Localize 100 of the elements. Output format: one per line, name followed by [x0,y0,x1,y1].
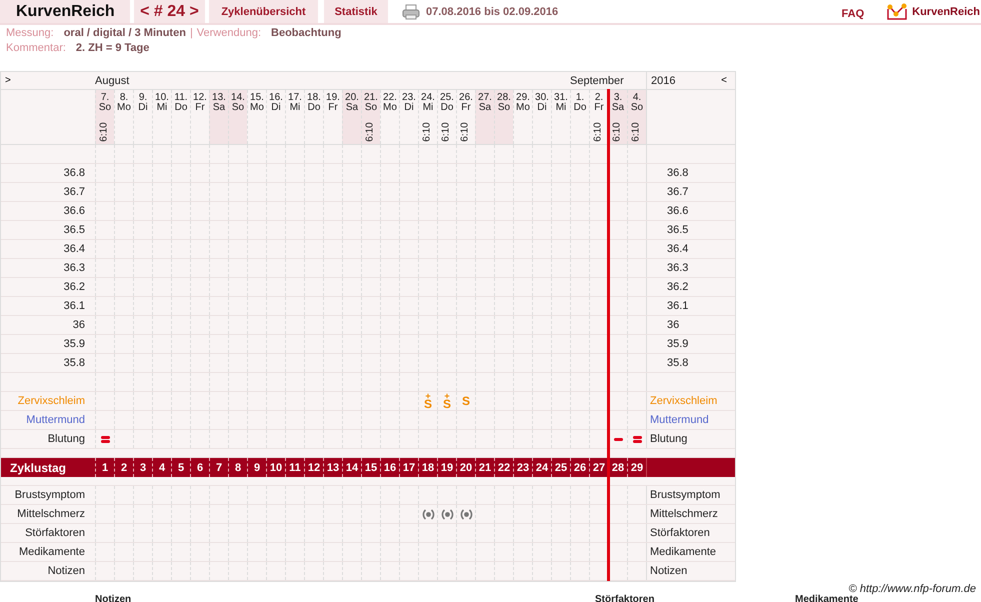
cycle-day-number: 4 [158,462,166,474]
date-header: 7. So 6:10 [95,90,114,144]
temperature-label: 36.7 [64,186,85,198]
cycle-day-number: 19 [440,462,454,474]
cycle-day-number: 12 [308,462,320,474]
cycle-day-number: 1 [102,462,108,474]
date-header: 19. Fr [323,90,342,144]
measurement-time: 6:10 [461,122,471,142]
row-label: Medikamente [650,546,716,558]
temperature-label: 36.1 [64,300,85,312]
measurement-time: 6:10 [613,122,623,142]
nav-tab[interactable]: Zyklenübersicht [209,0,318,23]
cycle-day-number: 15 [364,462,378,474]
temperature-label: 36.5 [64,224,85,236]
row-label: Notizen [48,565,85,577]
info-label: Messung: [6,26,54,40]
date-header: 30. Di [532,90,551,144]
cycle-day-number: 27 [592,462,606,474]
separator: | [190,26,193,40]
temperature-label: 36.4 [667,243,688,255]
temperature-label: 35.8 [64,357,85,369]
measurement-time: 6:10 [366,122,376,142]
cycle-day-number: 9 [254,462,260,474]
cycle-day-number: 16 [384,462,396,474]
date-header: 27. Sa [475,90,494,144]
cycle-day-number: 11 [289,462,301,474]
row-label: Störfaktoren [650,527,710,539]
temperature-label: 36.4 [64,243,85,255]
cycle-day-number: 2 [120,462,128,474]
temperature-label: 36.7 [667,186,688,198]
date-header: 21. So 6:10 [361,90,380,144]
cycle-day-number: 14 [346,462,358,474]
date-header: 10. Mi [152,90,171,144]
temperature-label: 36.6 [64,205,85,217]
cycle-day-number: 10 [270,462,282,474]
date-header: 17. Mi [285,90,304,144]
month-label: September [570,72,624,89]
temperature-label: 36.5 [667,224,688,236]
date-header: 23. Di [399,90,418,144]
date-header: 14. So [228,90,247,144]
info-label: Kommentar: [6,41,66,55]
row-label: Brustsymptom [650,489,720,501]
cycle-day-number: 5 [178,462,184,474]
cycle-day-number: 18 [422,462,434,474]
temperature-label: 36.8 [64,167,85,179]
temperature-label: 35.8 [667,357,688,369]
row-label: Muttermund [650,414,709,426]
row-label: Mittelschmerz [650,508,718,520]
section-heading: Notizen [95,595,132,602]
cycle-day-number: 26 [574,462,586,474]
temperature-label: 36 [667,319,680,331]
cycle-day-number: 3 [140,462,146,474]
printer-icon[interactable] [402,4,420,20]
cycle-navigation[interactable]: < # 24 > [134,0,205,23]
row-label: Störfaktoren [25,527,85,539]
cycle-day-number: 17 [402,462,416,474]
app-title: KurvenReich [0,0,130,23]
cycle-day-number: 29 [630,462,644,474]
measurement-time: 6:10 [594,122,604,142]
date-header: 31. Mi [551,90,570,144]
cycle-day-number: 24 [536,462,548,474]
date-header: 1. Do [570,90,589,144]
row-label: Zyklustag [10,460,66,474]
cycle-day-number: 28 [612,462,624,474]
faq-link[interactable]: FAQ [842,8,864,20]
date-header: 16. Di [266,90,285,144]
cycle-day-number: 13 [326,462,340,474]
date-header: 12. Fr [190,90,209,144]
row-label: Mittelschmerz [17,508,85,520]
section-heading: Medikamente [795,595,858,602]
date-header: 18. Do [304,90,323,144]
measurement-time: 6:10 [423,122,433,142]
row-label: Blutung [650,433,688,445]
date-header: 15. Mo [247,90,266,144]
date-header: 29. Mo [513,90,532,144]
cycle-day-number: 21 [478,462,492,474]
cycle-day-number: 23 [516,462,530,474]
date-header: 13. Sa [209,90,228,144]
date-header: 4. So 6:10 [627,90,646,144]
next-button[interactable]: < [717,75,731,86]
mucus-symbol: + S [424,393,432,409]
row-label: Blutung [48,433,85,445]
year-label: 2016 [651,74,676,86]
date-header: 11. Do [171,90,190,144]
previous-button[interactable]: > [1,75,15,86]
date-range: 07.08.2016 bis 02.09.2016 [426,6,558,18]
row-label: Zervixschleim [18,395,85,407]
row-label: Muttermund [26,414,85,426]
row-label: Medikamente [18,546,85,558]
date-header: 26. Fr 6:10 [456,90,475,144]
date-header: 22. Mo [380,90,399,144]
measurement-time: 6:10 [632,122,642,142]
temperature-label: 36.6 [667,205,688,217]
nav-tab[interactable]: Statistik [324,0,388,23]
date-header: 25. Do 6:10 [437,90,456,144]
cycle-day-number: 7 [216,462,222,474]
row-label: Notizen [650,565,688,577]
cycle-day-number: 6 [196,462,204,474]
info-label: Verwendung: [196,26,262,40]
temperature-label: 35.9 [667,338,688,350]
